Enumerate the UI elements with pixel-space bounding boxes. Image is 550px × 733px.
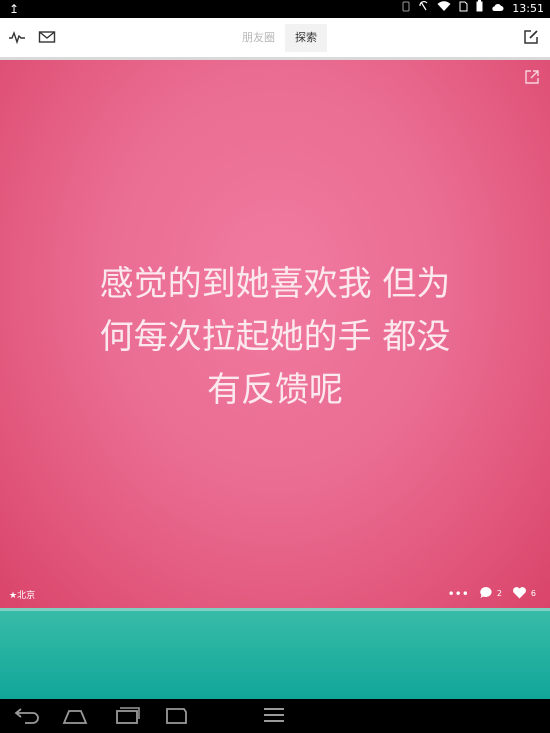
menu-icon[interactable] [260,705,288,729]
battery-icon [476,0,483,18]
status-bar: ↥ 13:51 [0,0,550,18]
post-text-line: 何每次拉起她的手 都没 [99,317,451,357]
upload-icon: ↥ [9,2,20,16]
rotate-icon [418,0,429,18]
cloud-icon [491,0,504,18]
post-actions: ••• 2 6 [448,586,536,601]
comment-icon [479,586,493,601]
like-button[interactable]: 6 [512,586,536,601]
location-star-icon: ★ [9,591,18,601]
app-header: 朋友圈 探索 [0,18,550,58]
recents-icon[interactable] [113,705,141,729]
post-card[interactable]: 感觉的到她喜欢我 但为 何每次拉起她的手 都没 有反馈呢 ★北京 ••• 2 6 [0,60,550,608]
tab-moments[interactable]: 朋友圈 [232,24,285,52]
comment-count: 2 [496,589,502,598]
more-icon[interactable]: ••• [448,587,469,601]
next-post-card[interactable] [0,608,550,699]
feed-tabs: 朋友圈 探索 [232,24,327,52]
battery-saver-icon [402,0,410,18]
back-icon[interactable] [13,705,41,729]
wifi-icon [437,0,451,18]
clock-time: 13:51 [512,2,544,15]
card-divider [0,608,550,611]
location-label: 北京 [17,591,36,601]
comment-button[interactable]: 2 [479,586,502,601]
screenshot-icon[interactable] [162,705,190,729]
mail-icon[interactable] [38,28,56,50]
post-location[interactable]: ★北京 [9,588,35,601]
sim-icon [459,0,468,18]
post-text: 感觉的到她喜欢我 但为 何每次拉起她的手 都没 有反馈呢 [40,258,510,417]
activity-icon[interactable] [8,28,26,50]
post-text-line: 有反馈呢 [207,370,343,410]
heart-icon [512,586,527,601]
home-icon[interactable] [61,705,89,729]
navigation-bar [0,699,550,733]
like-count: 6 [530,589,536,598]
compose-icon[interactable] [522,28,540,50]
tab-explore[interactable]: 探索 [285,24,327,52]
share-icon[interactable] [524,69,540,89]
post-text-line: 感觉的到她喜欢我 但为 [99,264,451,304]
